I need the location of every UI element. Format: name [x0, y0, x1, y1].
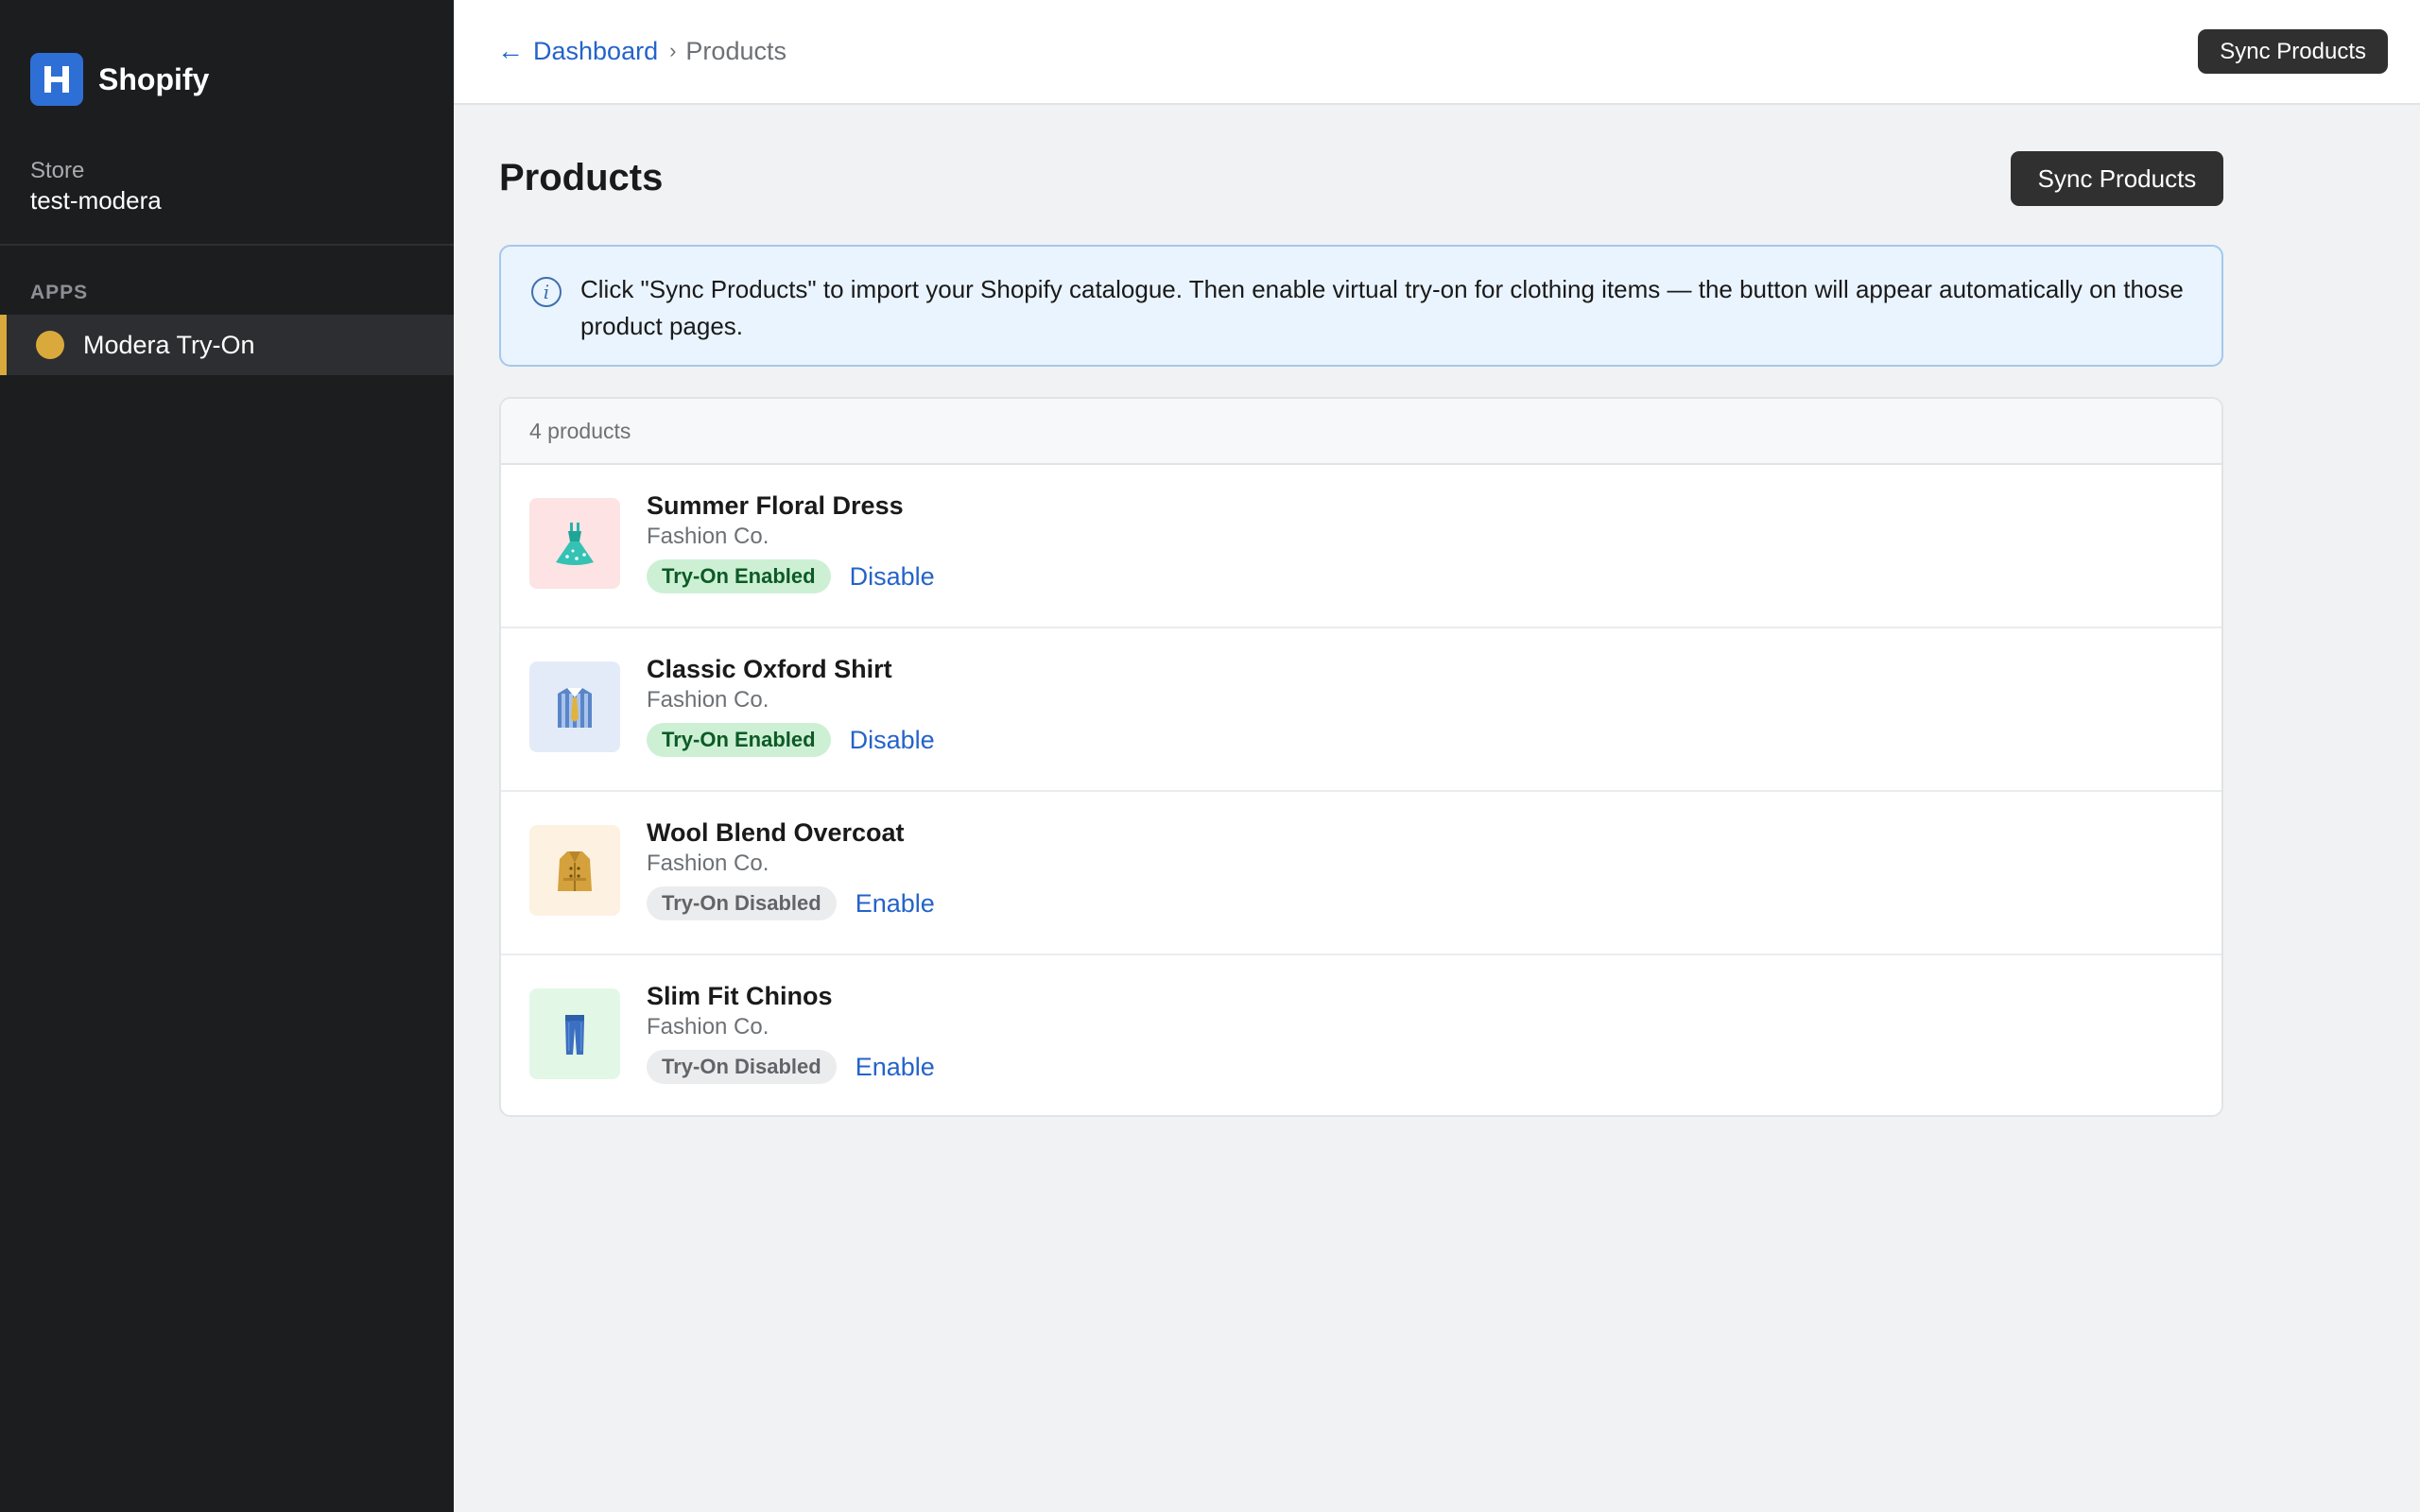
active-indicator: [0, 315, 7, 375]
product-actions: Try-On Disabled Enable: [647, 1050, 935, 1084]
status-badge: Try-On Disabled: [647, 886, 837, 920]
info-banner-text: Click "Sync Products" to import your Sho…: [580, 275, 2184, 340]
enable-try-on-link[interactable]: Enable: [856, 889, 935, 919]
breadcrumb-separator: ›: [669, 39, 677, 62]
disable-try-on-link[interactable]: Disable: [850, 726, 935, 755]
product-name[interactable]: Classic Oxford Shirt: [647, 653, 935, 685]
page-title: Products: [499, 157, 664, 198]
product-info: Slim Fit Chinos Fashion Co. Try-On Disab…: [647, 980, 935, 1084]
product-row: Summer Floral Dress Fashion Co. Try-On E…: [501, 465, 2221, 628]
product-count: 4 products: [501, 399, 2221, 465]
sidebar-item-label: Modera Try-On: [83, 330, 255, 359]
status-badge: Try-On Enabled: [647, 559, 831, 593]
topbar-sync-products-button[interactable]: Sync Products: [2198, 29, 2388, 74]
app-dot-icon: [36, 331, 64, 359]
product-info: Wool Blend Overcoat Fashion Co. Try-On D…: [647, 816, 935, 920]
back-arrow-icon: ←: [497, 36, 524, 65]
sidebar-item-modera-try-on[interactable]: Modera Try-On: [0, 315, 454, 375]
jeans-icon: [529, 988, 620, 1079]
store-name: test-modera: [30, 186, 162, 215]
breadcrumb: ← Dashboard › Products: [497, 36, 786, 66]
product-actions: Try-On Disabled Enable: [647, 886, 935, 920]
disable-try-on-link[interactable]: Disable: [850, 562, 935, 592]
breadcrumb-current: Products: [685, 36, 786, 65]
product-row: Classic Oxford Shirt Fashion Co. Try-On …: [501, 628, 2221, 792]
brand[interactable]: Shopify: [30, 53, 209, 106]
breadcrumb-dashboard-label: Dashboard: [533, 36, 659, 65]
enable-try-on-link[interactable]: Enable: [856, 1053, 935, 1082]
brand-name: Shopify: [98, 61, 210, 96]
sidebar-divider: [0, 244, 454, 246]
shopify-logo-icon: [30, 53, 83, 106]
product-name[interactable]: Slim Fit Chinos: [647, 980, 935, 1012]
product-list-card: 4 products Summer Floral Dress Fashion C…: [499, 397, 2223, 1117]
product-row: Slim Fit Chinos Fashion Co. Try-On Disab…: [501, 955, 2221, 1115]
product-vendor: Fashion Co.: [647, 850, 769, 876]
store-info: Store test-modera: [30, 157, 162, 215]
apps-section-label: APPS: [30, 282, 89, 303]
status-badge: Try-On Disabled: [647, 1050, 837, 1084]
status-badge: Try-On Enabled: [647, 723, 831, 757]
product-vendor: Fashion Co.: [647, 524, 769, 549]
product-name[interactable]: Wool Blend Overcoat: [647, 816, 935, 849]
app-root: Shopify Store test-modera APPS Modera Tr…: [0, 0, 2420, 1512]
store-label: Store: [30, 158, 85, 183]
shirt-icon: [529, 662, 620, 752]
product-vendor: Fashion Co.: [647, 1014, 769, 1040]
product-actions: Try-On Enabled Disable: [647, 559, 935, 593]
sync-products-button[interactable]: Sync Products: [2011, 151, 2223, 206]
info-banner: i Click "Sync Products" to import your S…: [499, 245, 2223, 367]
info-icon: i: [531, 277, 562, 307]
product-vendor: Fashion Co.: [647, 687, 769, 713]
product-name[interactable]: Summer Floral Dress: [647, 490, 935, 522]
top-bar: ← Dashboard › Products Sync Products: [454, 0, 2420, 105]
product-actions: Try-On Enabled Disable: [647, 723, 935, 757]
dress-icon: [529, 498, 620, 589]
coat-icon: [529, 825, 620, 916]
product-info: Summer Floral Dress Fashion Co. Try-On E…: [647, 490, 935, 593]
product-row: Wool Blend Overcoat Fashion Co. Try-On D…: [501, 792, 2221, 955]
sidebar: Shopify Store test-modera APPS Modera Tr…: [0, 0, 454, 1512]
product-info: Classic Oxford Shirt Fashion Co. Try-On …: [647, 653, 935, 757]
breadcrumb-back-link[interactable]: ← Dashboard: [497, 36, 658, 66]
